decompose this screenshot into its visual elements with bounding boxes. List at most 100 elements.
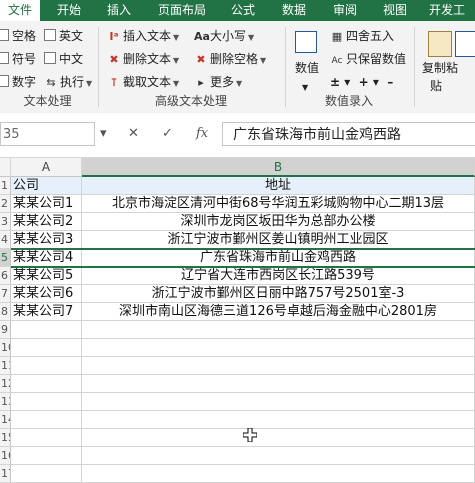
- cell-company[interactable]: 某某公司4: [11, 249, 82, 267]
- column-header-a[interactable]: A: [11, 158, 82, 177]
- cell-company[interactable]: 某某公司5: [11, 267, 82, 285]
- execute-button[interactable]: ⇆ 执行 ▼: [44, 73, 92, 91]
- row-header[interactable]: 5: [0, 249, 11, 267]
- cell-company[interactable]: 某某公司1: [11, 195, 82, 213]
- column-header-b[interactable]: B: [82, 158, 475, 177]
- name-box-dropdown-icon[interactable]: ▾: [100, 123, 107, 145]
- cell-address[interactable]: [82, 321, 475, 339]
- tab-data[interactable]: 数据: [282, 0, 306, 21]
- cell-address[interactable]: [82, 393, 475, 411]
- number-checkbox[interactable]: 数字: [0, 73, 36, 91]
- keep-numbers-button[interactable]: Ac 只保留数值: [330, 50, 407, 68]
- copy-paste-label: 复制粘: [422, 61, 459, 75]
- cell-company[interactable]: [11, 375, 82, 393]
- tab-formulas[interactable]: 公式: [231, 0, 255, 21]
- row-header[interactable]: 16: [0, 447, 11, 465]
- symbol-checkbox[interactable]: 符号: [0, 50, 36, 68]
- group-label-advanced-text: 高级文本处理: [154, 94, 227, 108]
- tab-file[interactable]: 文件: [0, 0, 40, 21]
- cell-address[interactable]: [82, 465, 475, 483]
- cell-address[interactable]: [82, 339, 475, 357]
- cell-company[interactable]: 公司: [11, 177, 82, 195]
- cell-company[interactable]: [11, 339, 82, 357]
- copy-paste-button[interactable]: 复制粘: [422, 59, 458, 77]
- row-header[interactable]: 14: [0, 411, 11, 429]
- cell-address[interactable]: 深圳市南山区海德三道126号卓越后海金融中心2801房: [82, 303, 475, 321]
- row-header[interactable]: 17: [0, 465, 11, 483]
- sign-buttons[interactable]: ± ▾ + ▾ –: [330, 73, 393, 91]
- cell-address[interactable]: 地址: [82, 177, 475, 195]
- tab-review[interactable]: 审阅: [333, 0, 357, 21]
- cell-address[interactable]: 北京市海淀区清河中街68号华润五彩城购物中心二期13层: [82, 195, 475, 213]
- cell-address[interactable]: [82, 429, 475, 447]
- row-header[interactable]: 9: [0, 321, 11, 339]
- tab-home[interactable]: 开始: [57, 0, 81, 21]
- cell-address[interactable]: 浙江宁波市鄞州区日丽中路757号2501室-3: [82, 285, 475, 303]
- row-header[interactable]: 12: [0, 375, 11, 393]
- cell-address[interactable]: 广东省珠海市前山金鸡西路: [82, 249, 475, 267]
- cell-company[interactable]: [11, 357, 82, 375]
- numeric-button[interactable]: 数值: [295, 59, 319, 77]
- row-header[interactable]: 8: [0, 303, 11, 321]
- delete-space-button[interactable]: ✖ 删除空格 ▼: [194, 50, 266, 68]
- cell-address[interactable]: [82, 411, 475, 429]
- cell-company[interactable]: 某某公司2: [11, 213, 82, 231]
- cell-company[interactable]: [11, 321, 82, 339]
- chinese-label: 中文: [59, 52, 84, 66]
- row-header[interactable]: 13: [0, 393, 11, 411]
- row-header[interactable]: 3: [0, 213, 11, 231]
- cell-address[interactable]: 辽宁省大连市西岗区长江路539号: [82, 267, 475, 285]
- case-icon: Aa: [194, 30, 210, 43]
- row-header[interactable]: 2: [0, 195, 11, 213]
- tab-insert[interactable]: 插入: [107, 0, 131, 21]
- cell-address[interactable]: [82, 357, 475, 375]
- space-checkbox[interactable]: 空格: [0, 27, 36, 45]
- tab-view[interactable]: 视图: [383, 0, 407, 21]
- round-icon: ▦: [331, 30, 343, 43]
- cell-address[interactable]: 深圳市龙岗区坂田华为总部办公楼: [82, 213, 475, 231]
- insert-text-icon: Iᵃ: [109, 30, 119, 43]
- tab-page-layout[interactable]: 页面布局: [158, 0, 206, 21]
- row-header[interactable]: 6: [0, 267, 11, 285]
- row-header[interactable]: 11: [0, 357, 11, 375]
- tab-developer[interactable]: 开发工: [429, 0, 465, 21]
- english-checkbox[interactable]: 英文: [44, 27, 83, 45]
- round-button[interactable]: ▦ 四舍五入: [330, 27, 394, 45]
- group-divider: [285, 27, 286, 107]
- row-header[interactable]: 10: [0, 339, 11, 357]
- row-header[interactable]: 4: [0, 231, 11, 249]
- formula-bar: 35 ▾ ✕ ✓ fx 广东省珠海市前山金鸡西路: [0, 113, 475, 158]
- row-header[interactable]: 1: [0, 177, 11, 195]
- cell-company[interactable]: [11, 429, 82, 447]
- cell-company[interactable]: [11, 465, 82, 483]
- english-label: 英文: [59, 29, 84, 43]
- insert-text-button[interactable]: Iᵃ 插入文本 ▼: [107, 27, 179, 45]
- enter-icon[interactable]: ✓: [162, 123, 173, 145]
- cell-company[interactable]: 某某公司6: [11, 285, 82, 303]
- cancel-icon[interactable]: ✕: [128, 123, 139, 145]
- row-header[interactable]: 7: [0, 285, 11, 303]
- row-header[interactable]: 15: [0, 429, 11, 447]
- cell-company[interactable]: [11, 393, 82, 411]
- name-box[interactable]: 35: [0, 122, 95, 146]
- cell-company[interactable]: 某某公司3: [11, 231, 82, 249]
- more-button[interactable]: ▸ 更多 ▼: [194, 73, 242, 91]
- dropdown-icon: ▼: [236, 79, 243, 88]
- cell-address[interactable]: [82, 375, 475, 393]
- checkbox-icon: [44, 52, 56, 64]
- extract-text-icon: ⊺: [111, 76, 117, 89]
- cell-address[interactable]: 浙江宁波市鄞州区姜山镇明州工业园区: [82, 231, 475, 249]
- cell-company[interactable]: 某某公司7: [11, 303, 82, 321]
- delete-text-button[interactable]: ✖ 删除文本 ▼: [107, 50, 179, 68]
- cell-address[interactable]: [82, 447, 475, 465]
- dropdown-icon: ▼: [248, 33, 255, 42]
- cell-company[interactable]: [11, 447, 82, 465]
- chinese-checkbox[interactable]: 中文: [44, 50, 83, 68]
- function-icon[interactable]: fx: [196, 123, 208, 145]
- checkbox-icon: [44, 29, 56, 41]
- formula-input[interactable]: 广东省珠海市前山金鸡西路: [222, 122, 475, 146]
- select-all-corner[interactable]: [0, 158, 11, 177]
- extract-text-button[interactable]: ⊺ 截取文本 ▼: [107, 73, 179, 91]
- case-button[interactable]: Aa大小写 ▼: [194, 27, 254, 45]
- cell-company[interactable]: [11, 411, 82, 429]
